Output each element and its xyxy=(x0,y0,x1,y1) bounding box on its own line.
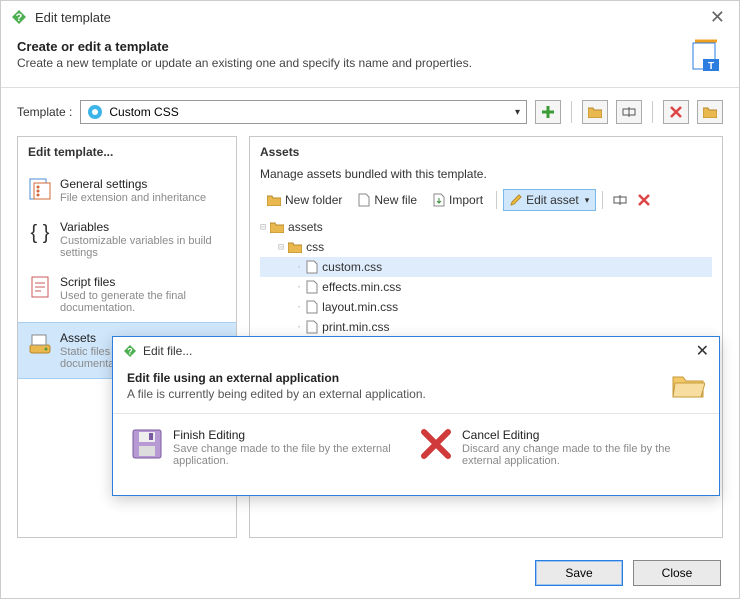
cancel-x-icon xyxy=(420,428,452,460)
folder-open-icon xyxy=(671,371,705,401)
left-panel-title: Edit template... xyxy=(18,137,236,165)
delete-asset-button[interactable] xyxy=(633,189,655,211)
option-label: Cancel Editing xyxy=(462,428,701,442)
tree-label: print.min.css xyxy=(322,320,389,334)
close-button[interactable]: Close xyxy=(633,560,721,586)
save-disk-icon xyxy=(131,428,163,460)
sidebar-item-sub: File extension and inheritance xyxy=(60,192,206,204)
tree-node-css[interactable]: ⊟css xyxy=(260,237,712,257)
pencil-icon xyxy=(510,194,522,206)
edit-asset-button[interactable]: Edit asset ▾ xyxy=(503,189,596,211)
tree-label: css xyxy=(306,240,324,254)
header-subtitle: Create a new template or update an exist… xyxy=(17,56,689,70)
option-sub: Discard any change made to the file by t… xyxy=(462,443,701,467)
dialog-head-sub: A file is currently being edited by an e… xyxy=(127,387,671,401)
header-icon: T xyxy=(689,39,723,73)
asset-toolbar: New folder New file Import Edit asset ▾ xyxy=(250,189,722,217)
svg-text:T: T xyxy=(708,61,714,72)
template-select[interactable]: Custom CSS ▾ xyxy=(80,100,527,124)
tree-label: custom.css xyxy=(322,260,382,274)
tree-node-file[interactable]: ·effects.min.css xyxy=(260,277,712,297)
header-title: Create or edit a template xyxy=(17,39,689,54)
chevron-down-icon: ▾ xyxy=(515,107,520,118)
delete-template-button[interactable] xyxy=(663,100,689,124)
sidebar-item-sub: Used to generate the final documentation… xyxy=(60,290,226,314)
template-selected: Custom CSS xyxy=(109,105,178,119)
separator xyxy=(602,191,603,209)
open-template-button[interactable] xyxy=(582,100,608,124)
dialog-head-title: Edit file using an external application xyxy=(127,371,671,385)
template-label: Template : xyxy=(17,105,72,119)
sidebar-item-label: General settings xyxy=(60,177,206,191)
assets-icon xyxy=(28,331,52,355)
sidebar-item-label: Variables xyxy=(60,220,226,234)
template-row: Template : Custom CSS ▾ xyxy=(1,88,739,136)
app-icon: ? xyxy=(123,344,137,358)
edit-template-window: ? Edit template ✕ Create or edit a templ… xyxy=(0,0,740,599)
chevron-down-icon: ▾ xyxy=(585,195,590,206)
sidebar-item-general[interactable]: General settingsFile extension and inher… xyxy=(18,169,236,212)
cancel-editing-option[interactable]: Cancel EditingDiscard any change made to… xyxy=(416,424,705,485)
sidebar-item-label: Script files xyxy=(60,275,226,289)
save-button[interactable]: Save xyxy=(535,560,623,586)
header: Create or edit a template Create a new t… xyxy=(1,33,739,88)
window-close-button[interactable]: ✕ xyxy=(706,7,729,28)
option-label: Finish Editing xyxy=(173,428,412,442)
button-label: Save xyxy=(565,566,592,580)
svg-text:?: ? xyxy=(16,12,23,24)
new-file-button[interactable]: New file xyxy=(351,189,424,211)
add-template-button[interactable] xyxy=(535,100,561,124)
tree-label: layout.min.css xyxy=(322,300,398,314)
script-icon xyxy=(28,275,52,299)
tree-node-file[interactable]: ·print.min.css xyxy=(260,317,712,337)
option-sub: Save change made to the file by the exte… xyxy=(173,443,412,467)
title-bar: ? Edit template ✕ xyxy=(1,1,739,33)
separator xyxy=(571,101,572,123)
file-icon xyxy=(358,193,370,207)
rename-asset-button[interactable] xyxy=(609,189,631,211)
sidebar-item-variables[interactable]: { } VariablesCustomizable variables in b… xyxy=(18,212,236,267)
toolbar-label: Edit asset xyxy=(526,193,579,207)
braces-icon: { } xyxy=(28,220,52,244)
toolbar-label: Import xyxy=(449,193,483,207)
button-label: Close xyxy=(662,566,693,580)
sidebar-item-scripts[interactable]: Script filesUsed to generate the final d… xyxy=(18,267,236,322)
css-icon xyxy=(87,104,103,120)
footer: Save Close xyxy=(1,548,739,598)
tree-label: effects.min.css xyxy=(322,280,401,294)
tree-label: assets xyxy=(288,220,323,234)
import-icon xyxy=(433,193,445,207)
dialog-header: Edit file using an external application … xyxy=(113,365,719,414)
toolbar-label: New file xyxy=(374,193,417,207)
rename-template-button[interactable] xyxy=(616,100,642,124)
toolbar-label: New folder xyxy=(285,193,342,207)
tree-node-file[interactable]: ·layout.min.css xyxy=(260,297,712,317)
app-icon: ? xyxy=(11,9,27,25)
new-folder-button[interactable]: New folder xyxy=(260,189,349,211)
svg-text:?: ? xyxy=(127,347,133,357)
browse-template-button[interactable] xyxy=(697,100,723,124)
folder-icon xyxy=(267,194,281,206)
right-panel-desc: Manage assets bundled with this template… xyxy=(250,165,722,189)
dialog-close-button[interactable]: ✕ xyxy=(696,341,709,361)
settings-list-icon xyxy=(28,177,52,201)
dialog-title-bar: ? Edit file... ✕ xyxy=(113,337,719,365)
separator xyxy=(652,101,653,123)
right-panel-title: Assets xyxy=(250,137,722,165)
sidebar-item-sub: Customizable variables in build settings xyxy=(60,235,226,259)
dialog-title: Edit file... xyxy=(143,344,192,358)
import-button[interactable]: Import xyxy=(426,189,490,211)
separator xyxy=(496,191,497,209)
svg-text:{ }: { } xyxy=(31,222,50,244)
tree-node-file[interactable]: ·custom.css xyxy=(260,257,712,277)
edit-file-dialog: ? Edit file... ✕ Edit file using an exte… xyxy=(112,336,720,496)
tree-node-root[interactable]: ⊟assets xyxy=(260,217,712,237)
finish-editing-option[interactable]: Finish EditingSave change made to the fi… xyxy=(127,424,416,485)
window-title: Edit template xyxy=(35,10,111,25)
